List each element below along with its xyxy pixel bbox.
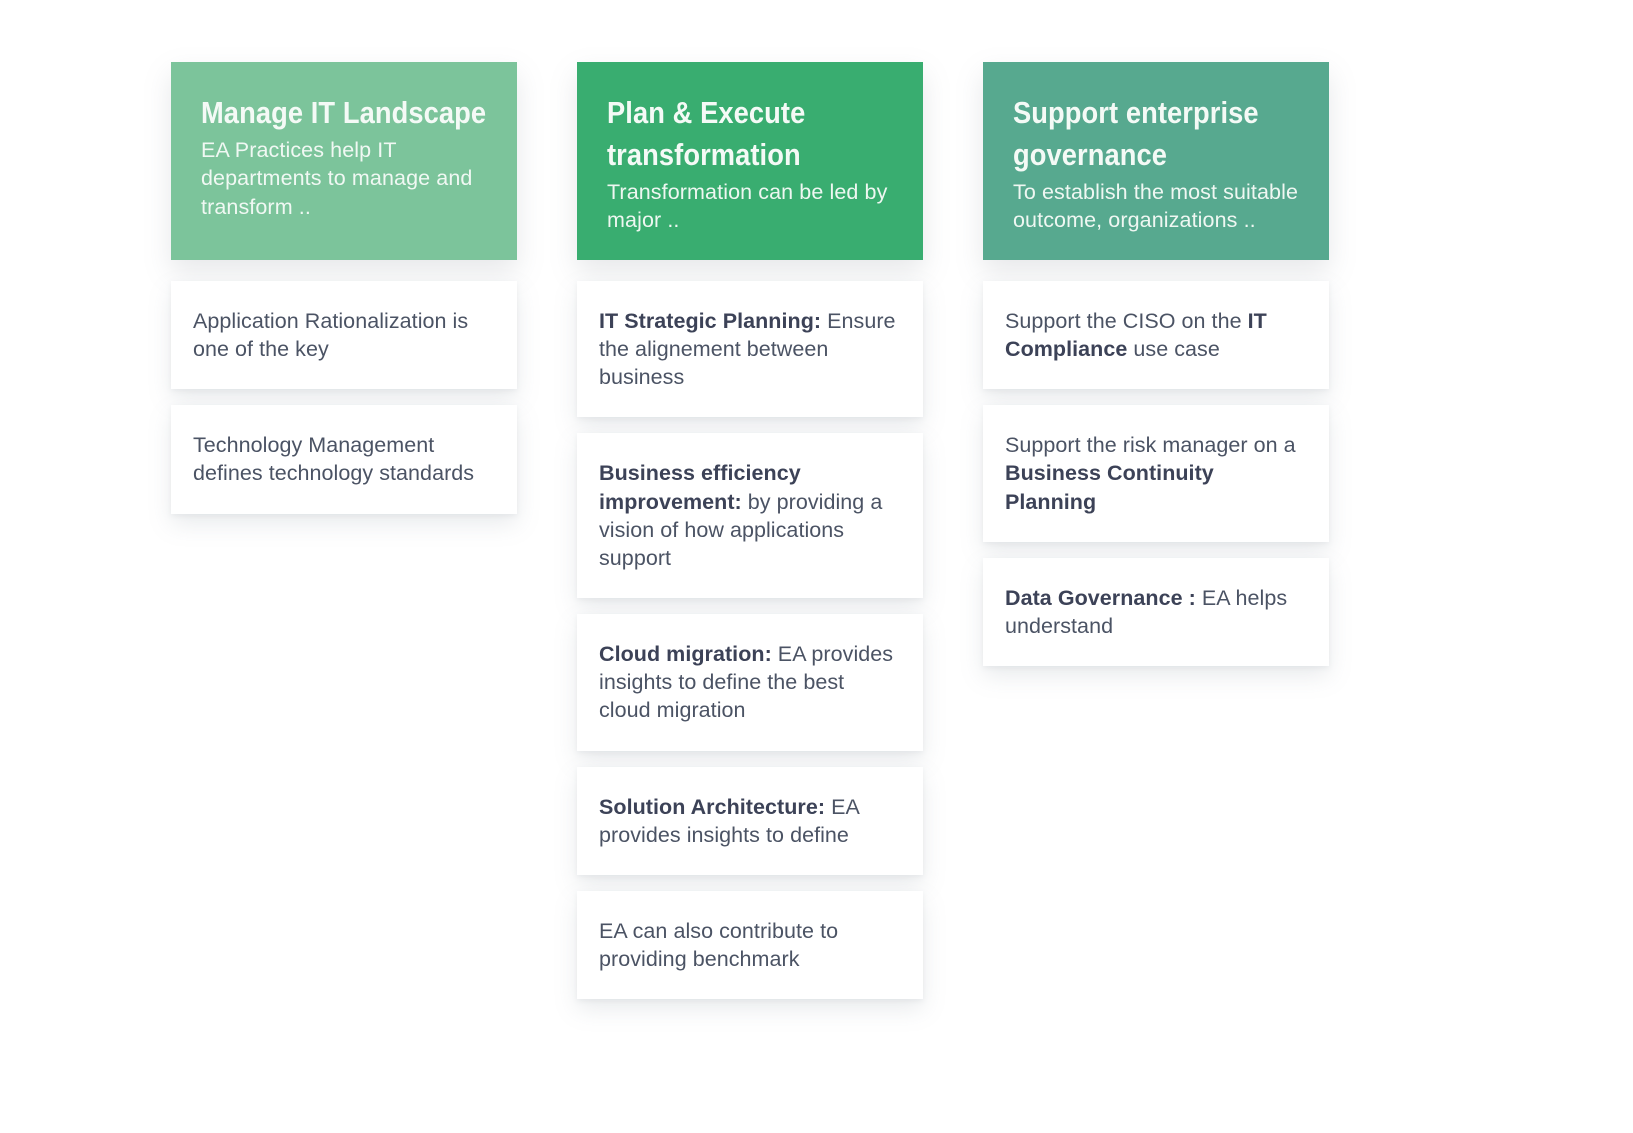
column-header-card-2[interactable]: Plan & Execute transformation Transforma…: [577, 62, 923, 260]
column-header-subtitle-1: EA Practices help IT departments to mana…: [201, 137, 473, 219]
column-header-card-3[interactable]: Support enterprise governance To establi…: [983, 62, 1329, 260]
column-support-enterprise-governance: Support enterprise governance To establi…: [983, 62, 1329, 667]
column-plan-execute-transformation: Plan & Execute transformation Transforma…: [577, 62, 923, 1000]
card-prefix: Support the risk manager on a: [1005, 433, 1296, 458]
list-item[interactable]: Solution Architecture: EA provides insig…: [577, 766, 923, 875]
card-lead: Business Continuity Planning: [1005, 461, 1214, 514]
card-text: Application Rationalization is one of th…: [193, 309, 469, 362]
card-prefix: Support the CISO on the: [1005, 309, 1248, 333]
column-cards-1: Application Rationalization is one of th…: [171, 281, 517, 514]
card-lead: IT Strategic Planning:: [599, 309, 822, 333]
list-item[interactable]: Technology Management defines technology…: [171, 405, 517, 514]
list-item[interactable]: EA can also contribute to providing benc…: [577, 890, 923, 1000]
column-manage-it-landscape: Manage IT Landscape EA Practices help IT…: [171, 62, 517, 514]
column-header-subtitle-2: Transformation can be led by major ..: [607, 179, 888, 233]
list-item[interactable]: Support the CISO on the IT Compliance us…: [983, 281, 1329, 390]
column-header-subtitle-3: To establish the most suitable outcome, …: [1013, 179, 1299, 233]
list-item[interactable]: Support the risk manager on a Business C…: [983, 405, 1329, 542]
card-lead: Data Governance :: [1005, 585, 1196, 610]
card-text: Technology Management defines technology…: [193, 433, 475, 486]
columns-container: Manage IT Landscape EA Practices help IT…: [171, 62, 1329, 1000]
column-header-title-2: Plan & Execute transformation: [607, 95, 806, 172]
list-item[interactable]: Data Governance : EA helps understand: [983, 557, 1329, 667]
column-header-title-3: Support enterprise governance: [1013, 95, 1259, 172]
card-text: EA can also contribute to providing benc…: [599, 918, 839, 972]
card-lead: Solution Architecture:: [599, 794, 826, 819]
card-text: use case: [1127, 337, 1220, 362]
card-lead: Cloud migration:: [599, 642, 772, 667]
column-header-card-1[interactable]: Manage IT Landscape EA Practices help IT…: [171, 62, 517, 260]
column-cards-2: IT Strategic Planning: Ensure the aligne…: [577, 281, 923, 1000]
list-item[interactable]: Business efficiency improvement: by prov…: [577, 433, 923, 599]
column-header-title-1: Manage IT Landscape: [201, 95, 487, 130]
list-item[interactable]: Application Rationalization is one of th…: [171, 281, 517, 390]
list-item[interactable]: Cloud migration: EA provides insights to…: [577, 614, 923, 751]
infographic-board: Manage IT Landscape EA Practices help IT…: [0, 0, 1633, 1133]
column-cards-3: Support the CISO on the IT Compliance us…: [983, 281, 1329, 667]
list-item[interactable]: IT Strategic Planning: Ensure the aligne…: [577, 281, 923, 418]
